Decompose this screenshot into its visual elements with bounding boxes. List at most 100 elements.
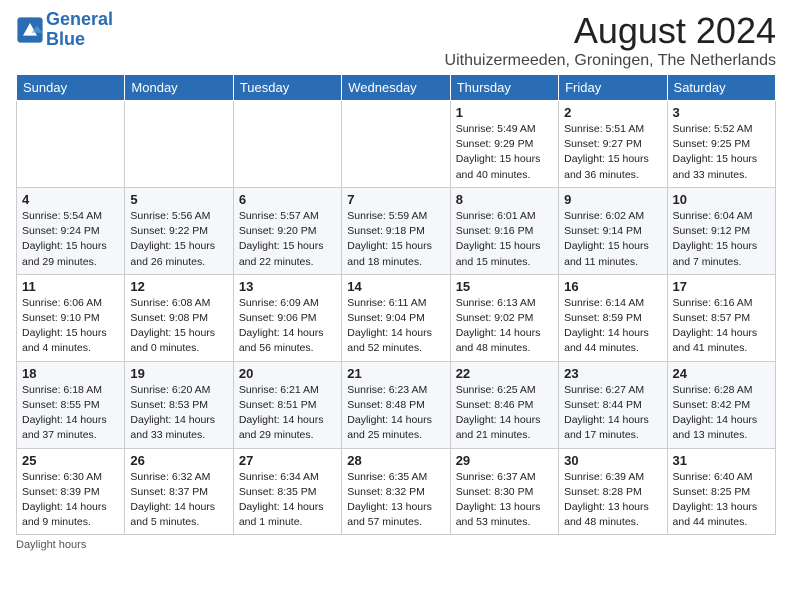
calendar-cell: 14 Sunrise: 6:11 AMSunset: 9:04 PMDayligh… <box>342 274 450 361</box>
day-info: Sunrise: 6:01 AMSunset: 9:16 PMDaylight:… <box>456 209 553 270</box>
day-number: 18 <box>22 366 119 381</box>
day-number: 21 <box>347 366 444 381</box>
day-number: 25 <box>22 453 119 468</box>
day-info: Sunrise: 6:25 AMSunset: 8:46 PMDaylight:… <box>456 383 553 444</box>
day-number: 11 <box>22 279 119 294</box>
day-info: Sunrise: 5:49 AMSunset: 9:29 PMDaylight:… <box>456 122 553 183</box>
calendar-cell: 3 Sunrise: 5:52 AMSunset: 9:25 PMDaylight… <box>667 101 775 188</box>
calendar-cell: 9 Sunrise: 6:02 AMSunset: 9:14 PMDaylight… <box>559 187 667 274</box>
calendar-cell: 4 Sunrise: 5:54 AMSunset: 9:24 PMDaylight… <box>17 187 125 274</box>
calendar-cell: 31Sunrise: 6:40 AMSunset: 8:25 PMDayligh… <box>667 448 775 535</box>
day-number: 10 <box>673 192 770 207</box>
day-info: Sunrise: 6:11 AMSunset: 9:04 PMDaylight:… <box>347 296 444 357</box>
title-block: August 2024 Uithuizermeeden, Groningen, … <box>445 10 776 70</box>
day-number: 16 <box>564 279 661 294</box>
calendar-cell: 29Sunrise: 6:37 AMSunset: 8:30 PMDayligh… <box>450 448 558 535</box>
calendar-cell: 13 Sunrise: 6:09 AMSunset: 9:06 PMDayligh… <box>233 274 341 361</box>
calendar-cell: 16Sunrise: 6:14 AMSunset: 8:59 PMDayligh… <box>559 274 667 361</box>
day-info: Sunrise: 6:02 AMSunset: 9:14 PMDaylight:… <box>564 209 661 270</box>
calendar-cell: 28Sunrise: 6:35 AMSunset: 8:32 PMDayligh… <box>342 448 450 535</box>
day-info: Sunrise: 6:16 AMSunset: 8:57 PMDaylight:… <box>673 296 770 357</box>
day-number: 13 <box>239 279 336 294</box>
day-info: Sunrise: 5:54 AMSunset: 9:24 PMDaylight:… <box>22 209 119 270</box>
day-number: 7 <box>347 192 444 207</box>
day-number: 6 <box>239 192 336 207</box>
calendar-cell: 24 Sunrise: 6:28 AMSunset: 8:42 PMDayligh… <box>667 361 775 448</box>
calendar-header-row: SundayMondayTuesdayWednesdayThursdayFrid… <box>17 75 776 101</box>
col-header-sunday: Sunday <box>17 75 125 101</box>
calendar-cell <box>233 101 341 188</box>
week-row-1: 1 Sunrise: 5:49 AMSunset: 9:29 PMDaylight… <box>17 101 776 188</box>
day-info: Sunrise: 6:06 AMSunset: 9:10 PMDaylight:… <box>22 296 119 357</box>
calendar-cell: 20Sunrise: 6:21 AMSunset: 8:51 PMDayligh… <box>233 361 341 448</box>
calendar-cell: 27 Sunrise: 6:34 AMSunset: 8:35 PMDayligh… <box>233 448 341 535</box>
footer-note: Daylight hours <box>16 539 776 551</box>
calendar-cell: 1 Sunrise: 5:49 AMSunset: 9:29 PMDaylight… <box>450 101 558 188</box>
day-info: Sunrise: 6:39 AMSunset: 8:28 PMDaylight:… <box>564 470 661 531</box>
day-info: Sunrise: 6:23 AMSunset: 8:48 PMDaylight:… <box>347 383 444 444</box>
day-info: Sunrise: 6:37 AMSunset: 8:30 PMDaylight:… <box>456 470 553 531</box>
calendar-cell: 21 Sunrise: 6:23 AMSunset: 8:48 PMDayligh… <box>342 361 450 448</box>
day-number: 14 <box>347 279 444 294</box>
day-info: Sunrise: 6:27 AMSunset: 8:44 PMDaylight:… <box>564 383 661 444</box>
calendar-cell <box>342 101 450 188</box>
day-info: Sunrise: 5:59 AMSunset: 9:18 PMDaylight:… <box>347 209 444 270</box>
logo: General Blue <box>16 10 113 50</box>
day-number: 23 <box>564 366 661 381</box>
calendar-cell: 12Sunrise: 6:08 AMSunset: 9:08 PMDayligh… <box>125 274 233 361</box>
day-info: Sunrise: 6:21 AMSunset: 8:51 PMDaylight:… <box>239 383 336 444</box>
day-info: Sunrise: 6:30 AMSunset: 8:39 PMDaylight:… <box>22 470 119 531</box>
day-number: 17 <box>673 279 770 294</box>
logo-icon <box>16 16 44 44</box>
calendar-cell: 22Sunrise: 6:25 AMSunset: 8:46 PMDayligh… <box>450 361 558 448</box>
calendar-cell: 11 Sunrise: 6:06 AMSunset: 9:10 PMDayligh… <box>17 274 125 361</box>
calendar-cell: 23 Sunrise: 6:27 AMSunset: 8:44 PMDayligh… <box>559 361 667 448</box>
calendar-cell: 6 Sunrise: 5:57 AMSunset: 9:20 PMDaylight… <box>233 187 341 274</box>
subtitle: Uithuizermeeden, Groningen, The Netherla… <box>445 52 776 70</box>
col-header-friday: Friday <box>559 75 667 101</box>
day-info: Sunrise: 6:34 AMSunset: 8:35 PMDaylight:… <box>239 470 336 531</box>
day-info: Sunrise: 6:09 AMSunset: 9:06 PMDaylight:… <box>239 296 336 357</box>
calendar-cell: 8Sunrise: 6:01 AMSunset: 9:16 PMDaylight… <box>450 187 558 274</box>
calendar-table: SundayMondayTuesdayWednesdayThursdayFrid… <box>16 74 776 535</box>
calendar-cell: 30 Sunrise: 6:39 AMSunset: 8:28 PMDayligh… <box>559 448 667 535</box>
day-number: 19 <box>130 366 227 381</box>
calendar-cell <box>17 101 125 188</box>
day-info: Sunrise: 6:18 AMSunset: 8:55 PMDaylight:… <box>22 383 119 444</box>
day-info: Sunrise: 6:40 AMSunset: 8:25 PMDaylight:… <box>673 470 770 531</box>
main-title: August 2024 <box>445 10 776 52</box>
day-number: 4 <box>22 192 119 207</box>
col-header-saturday: Saturday <box>667 75 775 101</box>
day-number: 24 <box>673 366 770 381</box>
calendar-cell: 2Sunrise: 5:51 AMSunset: 9:27 PMDaylight… <box>559 101 667 188</box>
week-row-4: 18 Sunrise: 6:18 AMSunset: 8:55 PMDayligh… <box>17 361 776 448</box>
day-number: 27 <box>239 453 336 468</box>
day-number: 1 <box>456 105 553 120</box>
calendar-cell: 17 Sunrise: 6:16 AMSunset: 8:57 PMDayligh… <box>667 274 775 361</box>
col-header-tuesday: Tuesday <box>233 75 341 101</box>
logo-general: General <box>46 9 113 29</box>
col-header-monday: Monday <box>125 75 233 101</box>
week-row-5: 25 Sunrise: 6:30 AMSunset: 8:39 PMDayligh… <box>17 448 776 535</box>
day-number: 9 <box>564 192 661 207</box>
day-info: Sunrise: 6:04 AMSunset: 9:12 PMDaylight:… <box>673 209 770 270</box>
calendar-cell: 5Sunrise: 5:56 AMSunset: 9:22 PMDaylight… <box>125 187 233 274</box>
calendar-cell <box>125 101 233 188</box>
header: General Blue August 2024 Uithuizermeeden… <box>16 10 776 70</box>
day-info: Sunrise: 6:32 AMSunset: 8:37 PMDaylight:… <box>130 470 227 531</box>
day-number: 30 <box>564 453 661 468</box>
day-info: Sunrise: 6:28 AMSunset: 8:42 PMDaylight:… <box>673 383 770 444</box>
day-number: 3 <box>673 105 770 120</box>
day-number: 2 <box>564 105 661 120</box>
day-info: Sunrise: 6:20 AMSunset: 8:53 PMDaylight:… <box>130 383 227 444</box>
day-number: 26 <box>130 453 227 468</box>
day-number: 5 <box>130 192 227 207</box>
calendar-cell: 7 Sunrise: 5:59 AMSunset: 9:18 PMDaylight… <box>342 187 450 274</box>
day-info: Sunrise: 6:08 AMSunset: 9:08 PMDaylight:… <box>130 296 227 357</box>
calendar-cell: 18 Sunrise: 6:18 AMSunset: 8:55 PMDayligh… <box>17 361 125 448</box>
day-info: Sunrise: 5:52 AMSunset: 9:25 PMDaylight:… <box>673 122 770 183</box>
day-info: Sunrise: 5:57 AMSunset: 9:20 PMDaylight:… <box>239 209 336 270</box>
col-header-thursday: Thursday <box>450 75 558 101</box>
col-header-wednesday: Wednesday <box>342 75 450 101</box>
calendar-cell: 19 Sunrise: 6:20 AMSunset: 8:53 PMDayligh… <box>125 361 233 448</box>
